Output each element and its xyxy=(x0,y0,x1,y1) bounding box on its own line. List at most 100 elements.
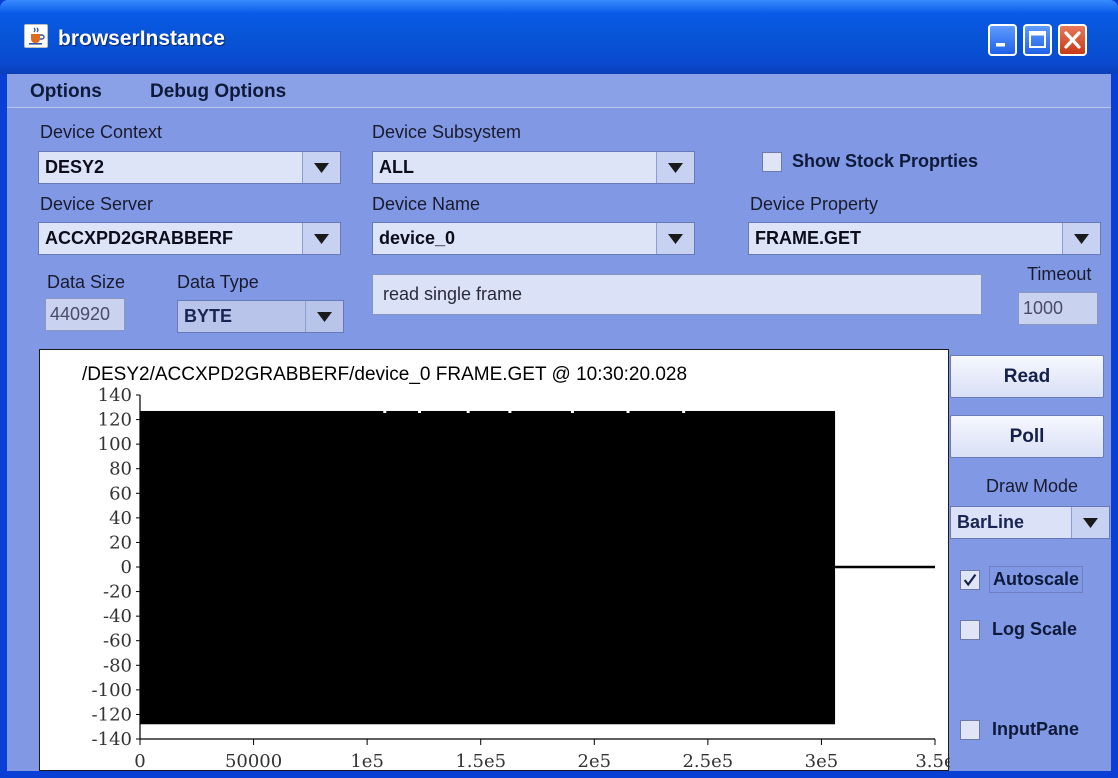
menu-debug-options[interactable]: Debug Options xyxy=(150,81,286,103)
device-name-dropdown-button[interactable] xyxy=(656,223,694,254)
device-server-value: ACCXPD2GRABBERF xyxy=(45,228,234,248)
y-tick-label: 120 xyxy=(98,410,132,431)
title-bar[interactable]: browserInstance xyxy=(0,0,1118,74)
input-pane-label[interactable]: InputPane xyxy=(992,719,1079,740)
y-tick-label: 40 xyxy=(109,508,132,529)
bar-region xyxy=(140,410,836,725)
poll-button[interactable]: Poll xyxy=(950,415,1104,458)
draw-mode-dropdown-button[interactable] xyxy=(1071,507,1109,538)
device-subsystem-combo[interactable]: ALL xyxy=(372,151,695,184)
x-tick-label: 2e5 xyxy=(578,751,612,772)
draw-mode-label: Draw Mode xyxy=(986,476,1079,496)
y-tick-label: 80 xyxy=(109,459,132,480)
device-subsystem-value: ALL xyxy=(379,157,414,177)
minimize-icon xyxy=(996,43,1005,47)
maximize-icon xyxy=(1029,31,1046,48)
chart-title: /DESY2/ACCXPD2GRABBERF/device_0 FRAME.GE… xyxy=(82,364,687,385)
chevron-down-icon xyxy=(668,234,683,244)
data-type-dropdown-button[interactable] xyxy=(305,301,343,332)
device-property-label: Device Property xyxy=(750,194,879,214)
y-tick-label: 0 xyxy=(121,557,132,578)
java-cup-icon xyxy=(24,24,48,48)
x-tick-label: 1.5e5 xyxy=(455,751,506,772)
x-tick-label: 2.5e5 xyxy=(682,751,733,772)
device-subsystem-dropdown-button[interactable] xyxy=(656,152,694,183)
autoscale-label[interactable]: Autoscale xyxy=(989,566,1084,593)
draw-mode-value: BarLine xyxy=(951,507,1071,538)
y-tick-label: -100 xyxy=(92,680,132,701)
y-tick-label: 140 xyxy=(98,385,132,406)
y-tick-label: 60 xyxy=(109,483,132,504)
y-tick-label: 20 xyxy=(109,532,132,553)
y-tick-label: -20 xyxy=(103,582,132,603)
show-stock-properties-checkbox[interactable] xyxy=(762,152,782,172)
chevron-down-icon xyxy=(314,163,329,173)
y-tick-label: -120 xyxy=(92,704,132,725)
x-tick-label: 0 xyxy=(134,751,145,772)
application-window: browserInstance Options Debug Options De… xyxy=(0,0,1118,778)
close-icon xyxy=(1064,31,1081,49)
input-pane-checkbox[interactable] xyxy=(960,720,980,740)
y-tick-label: -40 xyxy=(103,606,132,627)
chevron-down-icon xyxy=(1083,518,1098,528)
device-server-label: Device Server xyxy=(40,194,154,214)
autoscale-checkbox[interactable] xyxy=(960,570,980,590)
checkmark-icon xyxy=(963,573,977,587)
device-property-dropdown-button[interactable] xyxy=(1062,223,1100,254)
device-server-combo[interactable]: ACCXPD2GRABBERF xyxy=(38,222,341,255)
x-axis: 0 50000 1e5 1.5e5 2e5 2.5e5 3e5 3.5e xyxy=(134,738,950,772)
menu-options[interactable]: Options xyxy=(30,81,102,103)
bar-gap xyxy=(570,409,574,413)
x-tick-label: 1e5 xyxy=(350,751,384,772)
y-tick-label: 100 xyxy=(98,434,132,455)
timeout-field[interactable]: 1000 xyxy=(1018,292,1098,325)
y-tick-label: -60 xyxy=(103,631,132,652)
bar-gap xyxy=(383,409,387,413)
maximize-button[interactable] xyxy=(1023,24,1052,56)
close-button[interactable] xyxy=(1058,24,1087,56)
chevron-down-icon xyxy=(317,312,332,322)
description-field: read single frame xyxy=(372,274,982,315)
chevron-down-icon xyxy=(668,163,683,173)
data-type-label: Data Type xyxy=(177,272,259,292)
device-name-label: Device Name xyxy=(372,194,481,214)
device-property-value: FRAME.GET xyxy=(755,228,861,248)
show-stock-properties-label[interactable]: Show Stock Proprties xyxy=(792,151,978,172)
x-tick-label: 3e5 xyxy=(805,751,839,772)
device-name-value: device_0 xyxy=(379,228,456,248)
device-property-combo[interactable]: FRAME.GET xyxy=(748,222,1101,255)
log-scale-checkbox[interactable] xyxy=(960,620,980,640)
device-context-combo[interactable]: DESY2 xyxy=(38,151,341,184)
device-server-dropdown-button[interactable] xyxy=(302,223,340,254)
y-tick-label: -140 xyxy=(92,729,132,750)
bar-gap xyxy=(466,409,470,413)
chart-series xyxy=(140,409,935,725)
draw-mode-combo[interactable]: BarLine xyxy=(950,506,1110,539)
minimize-button[interactable] xyxy=(988,24,1017,56)
device-name-combo[interactable]: device_0 xyxy=(372,222,695,255)
data-type-combo[interactable]: BYTE xyxy=(177,300,344,333)
bar-gap xyxy=(418,409,422,413)
menu-bar: Options Debug Options xyxy=(7,74,1111,108)
chevron-down-icon xyxy=(1074,234,1089,244)
x-tick-label: 3.5e xyxy=(915,751,950,772)
frame-chart: /DESY2/ACCXPD2GRABBERF/device_0 FRAME.GE… xyxy=(82,364,950,772)
bar-gap xyxy=(626,409,630,413)
data-type-value: BYTE xyxy=(178,301,305,332)
y-axis: 140 120 100 80 60 40 20 0 -20 -40 -60 -80 -100 -120 -1… xyxy=(92,385,141,750)
log-scale-label[interactable]: Log Scale xyxy=(992,619,1077,640)
timeout-label: Timeout xyxy=(1027,264,1092,284)
device-context-value: DESY2 xyxy=(45,157,105,177)
device-context-dropdown-button[interactable] xyxy=(302,152,340,183)
read-button[interactable]: Read xyxy=(950,355,1104,398)
client-area: Options Debug Options Device Context DES… xyxy=(7,74,1111,772)
data-size-field: 440920 xyxy=(45,298,125,331)
window-title: browserInstance xyxy=(58,27,225,50)
bar-gap xyxy=(508,409,512,413)
data-size-label: Data Size xyxy=(47,272,126,292)
x-tick-label: 50000 xyxy=(225,751,282,772)
bar-gap xyxy=(682,409,686,413)
device-context-label: Device Context xyxy=(40,122,163,142)
y-tick-label: -80 xyxy=(103,655,132,676)
plot-panel: /DESY2/ACCXPD2GRABBERF/device_0 FRAME.GE… xyxy=(39,349,950,772)
